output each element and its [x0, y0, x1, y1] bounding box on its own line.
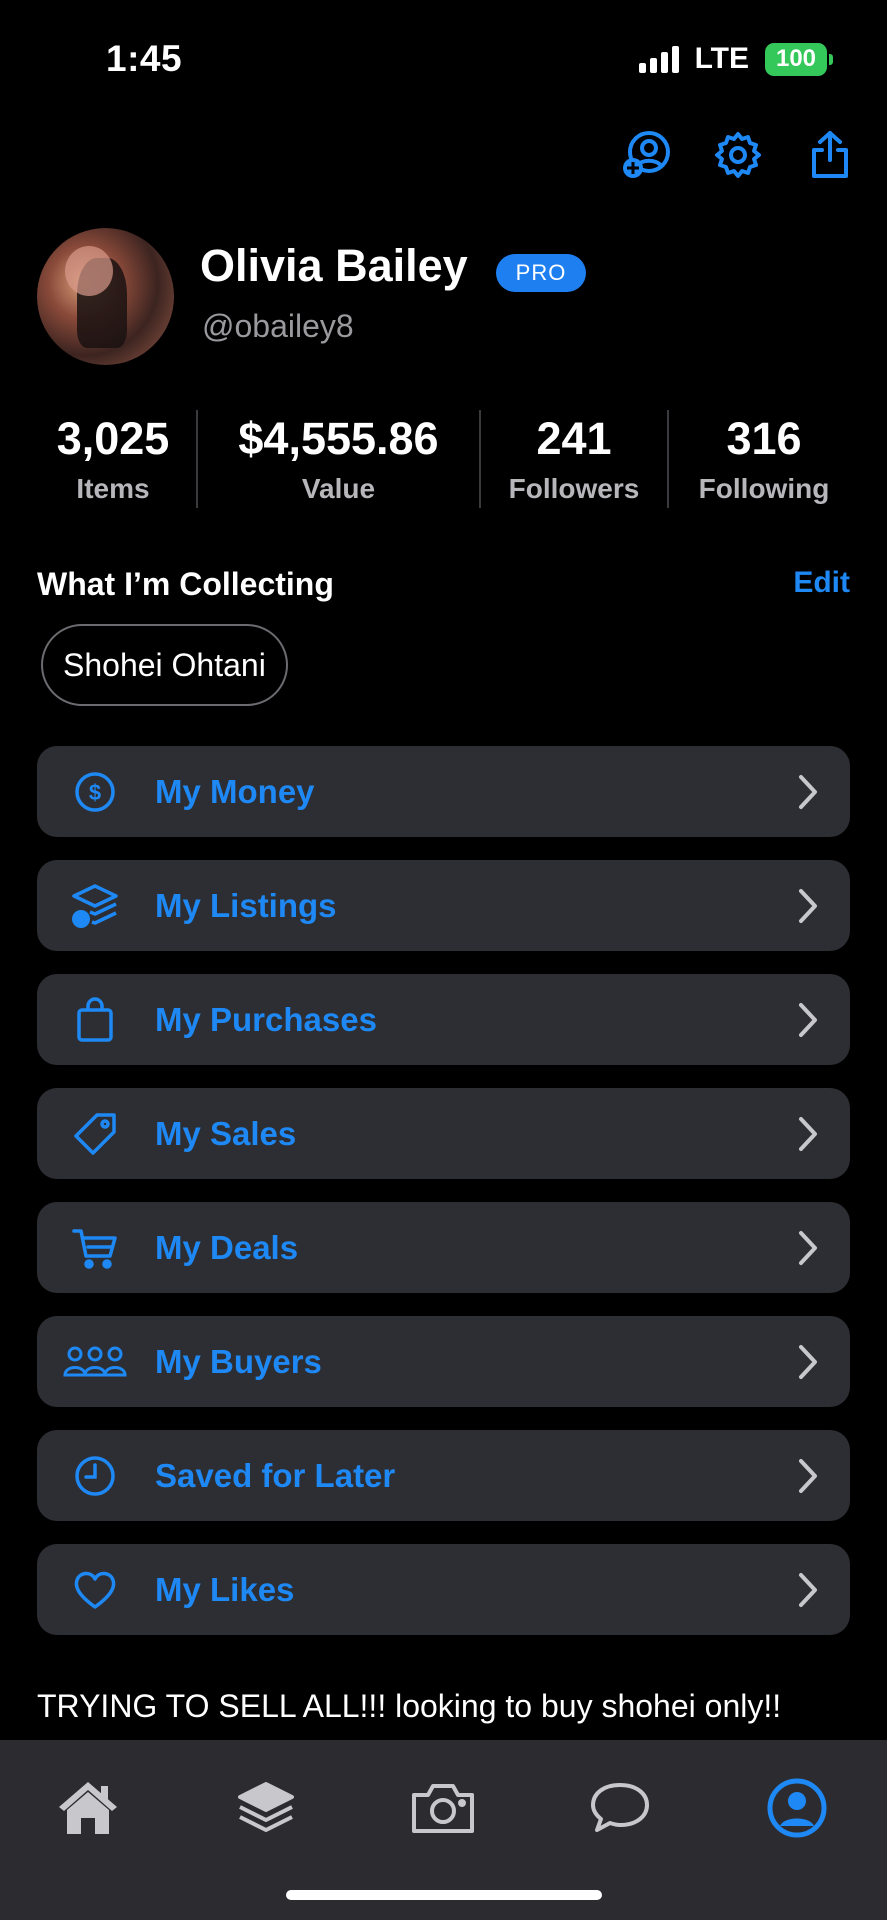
share-icon — [812, 131, 848, 178]
stat-value: $4,555.86 — [238, 413, 439, 464]
menu-item-label: My Purchases — [155, 1000, 377, 1038]
status-indicators: LTE 100 — [638, 42, 833, 76]
stat-value: 241 — [536, 413, 612, 464]
chevron-right-icon — [799, 1003, 817, 1037]
stat-value: 316 — [726, 413, 802, 464]
menu-item-my-purchases[interactable]: My Purchases — [37, 974, 850, 1065]
gear-icon — [715, 132, 761, 178]
collecting-title: What I’m Collecting — [37, 566, 334, 602]
status-bar: 1:45 LTE 100 — [0, 0, 887, 120]
tab-collection[interactable] — [226, 1768, 306, 1848]
home-indicator[interactable] — [286, 1890, 602, 1900]
tag-icon — [74, 1112, 116, 1155]
profile-stats: 3,025 Items $4,555.86 Value 241 Follower… — [30, 410, 860, 510]
chevron-right-icon — [799, 1345, 817, 1379]
menu-item-label: My Likes — [155, 1570, 295, 1608]
status-time: 1:45 — [106, 38, 183, 79]
menu-item-my-buyers[interactable]: My Buyers — [37, 1316, 850, 1407]
camera-icon — [412, 1784, 474, 1833]
tab-home[interactable] — [48, 1768, 128, 1848]
svg-text:$: $ — [89, 780, 101, 805]
chat-icon — [591, 1783, 649, 1832]
cart-icon — [72, 1228, 117, 1269]
stack-dollar-icon: $ — [72, 883, 118, 928]
tab-camera[interactable] — [403, 1768, 483, 1848]
menu-item-label: My Buyers — [155, 1342, 322, 1380]
settings-button[interactable] — [711, 128, 765, 182]
stat-label: Followers — [508, 473, 640, 504]
svg-text:$: $ — [77, 912, 85, 927]
tab-profile[interactable] — [757, 1768, 837, 1848]
menu-item-label: My Sales — [155, 1114, 297, 1152]
shopping-bag-icon — [77, 996, 113, 1042]
share-button[interactable] — [803, 128, 857, 182]
menu-item-my-money[interactable]: $ My Money — [37, 746, 850, 837]
stat-value-total[interactable]: $4,555.86 Value — [198, 410, 479, 510]
stat-followers[interactable]: 241 Followers — [481, 410, 667, 510]
menu-item-label: My Listings — [155, 886, 337, 924]
chevron-right-icon — [799, 1573, 817, 1607]
edit-collecting-button[interactable]: Edit — [793, 566, 850, 600]
heart-icon — [74, 1571, 116, 1609]
dollar-circle-icon: $ — [75, 771, 115, 812]
pro-badge: PRO — [496, 254, 586, 292]
menu-item-saved-for-later[interactable]: Saved for Later — [37, 1430, 850, 1521]
chevron-right-icon — [799, 1117, 817, 1151]
menu-item-my-listings[interactable]: $ My Listings — [37, 860, 850, 951]
profile-icon — [767, 1778, 827, 1838]
people-icon — [63, 1346, 127, 1376]
profile-menu: $ My Money $ My Listings My Purchases My… — [37, 746, 850, 1658]
stat-label: Items — [76, 473, 150, 504]
add-user-icon — [623, 131, 670, 178]
clock-icon — [75, 1455, 115, 1496]
chevron-right-icon — [799, 1231, 817, 1265]
stat-items[interactable]: 3,025 Items — [30, 410, 196, 510]
menu-item-my-likes[interactable]: My Likes — [37, 1544, 850, 1635]
stat-label: Following — [698, 473, 830, 504]
stat-value: 3,025 — [56, 413, 170, 464]
avatar[interactable] — [37, 228, 174, 365]
home-icon — [59, 1782, 117, 1834]
battery-icon: 100 — [765, 42, 833, 76]
menu-item-label: Saved for Later — [155, 1456, 396, 1494]
chevron-right-icon — [799, 775, 817, 809]
chevron-right-icon — [799, 1459, 817, 1493]
profile-handle: @obailey8 — [202, 308, 354, 344]
menu-item-my-deals[interactable]: My Deals — [37, 1202, 850, 1293]
menu-item-my-sales[interactable]: My Sales — [37, 1088, 850, 1179]
stat-label: Value — [301, 473, 376, 504]
collecting-chip[interactable]: Shohei Ohtani — [41, 624, 288, 706]
profile-bio: TRYING TO SELL ALL!!! looking to buy sho… — [37, 1688, 782, 1724]
layers-icon — [238, 1782, 294, 1832]
tab-messages[interactable] — [580, 1768, 660, 1848]
profile-name: Olivia Bailey — [200, 240, 468, 291]
menu-item-label: My Money — [155, 772, 315, 810]
menu-item-label: My Deals — [155, 1228, 299, 1266]
stat-following[interactable]: 316 Following — [669, 410, 859, 510]
add-friend-button[interactable] — [619, 128, 673, 182]
signal-icon — [638, 45, 679, 73]
network-label: LTE — [694, 42, 749, 75]
top-actions — [619, 128, 857, 182]
chevron-right-icon — [799, 889, 817, 923]
